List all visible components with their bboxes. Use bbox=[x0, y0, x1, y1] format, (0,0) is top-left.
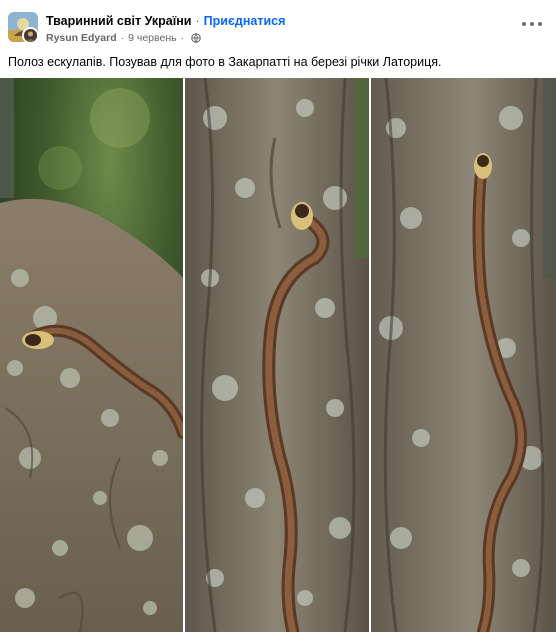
more-dot bbox=[522, 22, 526, 26]
author-avatar[interactable] bbox=[22, 27, 39, 44]
author-name-link[interactable]: Rysun Edyard bbox=[46, 32, 117, 44]
more-dot bbox=[530, 22, 534, 26]
post-date-link[interactable]: 9 червень bbox=[128, 32, 176, 44]
more-options-icon[interactable] bbox=[522, 16, 542, 32]
more-dot bbox=[538, 22, 542, 26]
globe-icon[interactable] bbox=[191, 33, 201, 44]
dot-separator: · bbox=[195, 14, 200, 28]
photo-snake-on-log[interactable] bbox=[0, 78, 183, 632]
photo-snake-on-trunk-middle[interactable] bbox=[185, 78, 369, 632]
join-group-button[interactable]: Приєднатися bbox=[204, 14, 286, 28]
post-text: Полоз ескулапів. Позував для фото в Зака… bbox=[8, 55, 442, 69]
post-header: Тваринний світ України · Приєднатися Rys… bbox=[0, 0, 556, 50]
photo-snake-on-trunk-right[interactable] bbox=[371, 78, 556, 632]
dot-separator: · bbox=[120, 32, 125, 44]
group-name-link[interactable]: Тваринний світ України bbox=[46, 14, 192, 28]
header-title-line: Тваринний світ України · Приєднатися bbox=[46, 14, 285, 28]
dot-separator: · bbox=[180, 32, 185, 44]
header-meta-line: Rysun Edyard · 9 червень · bbox=[46, 32, 201, 44]
